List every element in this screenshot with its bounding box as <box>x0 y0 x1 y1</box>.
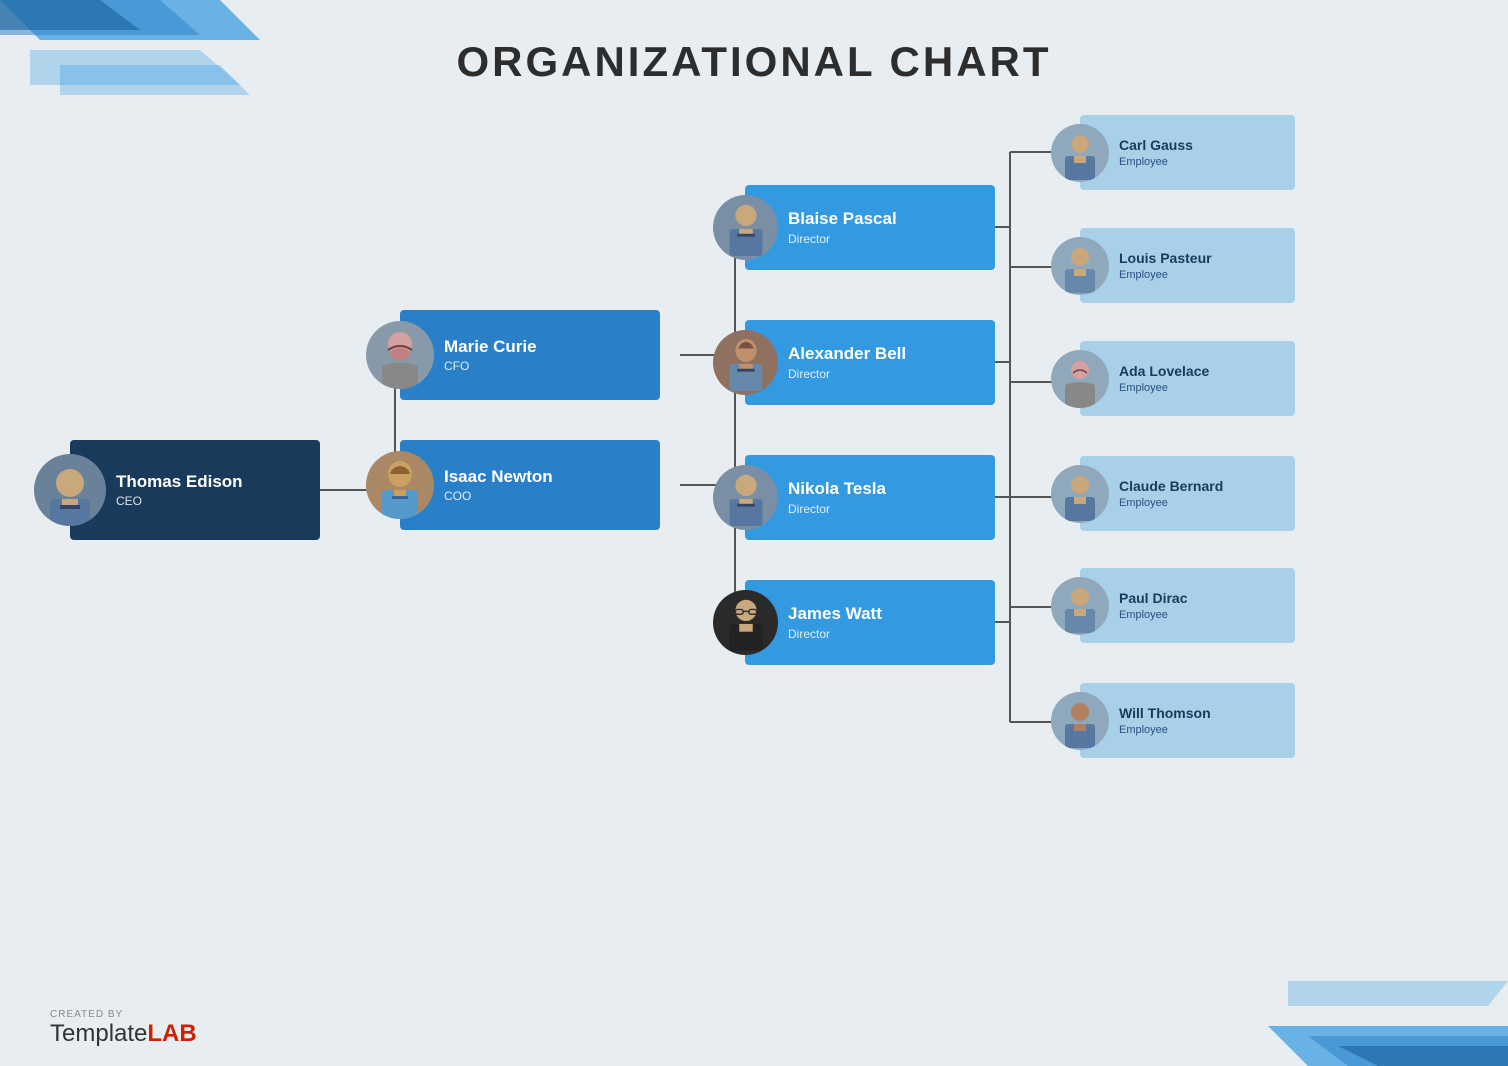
node-gauss[interactable]: Carl Gauss Employee <box>1080 115 1295 190</box>
avatar-cfo <box>366 321 434 389</box>
pasteur-text: Louis Pasteur Employee <box>1119 250 1212 281</box>
avatar-pascal <box>713 195 778 260</box>
node-coo[interactable]: Isaac Newton COO <box>400 440 660 530</box>
node-dirac[interactable]: Paul Dirac Employee <box>1080 568 1295 643</box>
lovelace-text: Ada Lovelace Employee <box>1119 363 1209 394</box>
avatar-pasteur <box>1051 237 1109 295</box>
node-pascal[interactable]: Blaise Pascal Director <box>745 185 995 270</box>
brand-bold: LAB <box>147 1020 196 1048</box>
node-lovelace[interactable]: Ada Lovelace Employee <box>1080 341 1295 416</box>
avatar-lovelace <box>1051 350 1109 408</box>
cfo-text: Marie Curie CFO <box>444 337 537 373</box>
avatar-gauss <box>1051 124 1109 182</box>
node-pasteur[interactable]: Louis Pasteur Employee <box>1080 228 1295 303</box>
page-title: ORGANIZATIONAL CHART <box>0 38 1508 86</box>
bernard-text: Claude Bernard Employee <box>1119 478 1223 509</box>
avatar-coo <box>366 451 434 519</box>
node-bernard[interactable]: Claude Bernard Employee <box>1080 456 1295 531</box>
brand-light: Template <box>50 1020 147 1048</box>
node-watt[interactable]: James Watt Director <box>745 580 995 665</box>
tesla-text: Nikola Tesla Director <box>788 479 886 515</box>
bell-text: Alexander Bell Director <box>788 344 906 380</box>
gauss-text: Carl Gauss Employee <box>1119 137 1193 168</box>
avatar-bernard <box>1051 465 1109 523</box>
avatar-bell <box>713 330 778 395</box>
avatar-dirac <box>1051 577 1109 635</box>
node-tesla[interactable]: Nikola Tesla Director <box>745 455 995 540</box>
node-cfo[interactable]: Marie Curie CFO <box>400 310 660 400</box>
node-ceo[interactable]: Thomas Edison CEO <box>70 440 320 540</box>
bg-decoration-bottomright <box>1228 906 1508 1066</box>
watermark: CREATED BY Template LAB <box>50 1009 197 1048</box>
dirac-text: Paul Dirac Employee <box>1119 590 1187 621</box>
pascal-text: Blaise Pascal Director <box>788 209 897 245</box>
avatar-ceo <box>34 454 106 526</box>
watt-text: James Watt Director <box>788 604 882 640</box>
avatar-watt <box>713 590 778 655</box>
node-thomson[interactable]: Will Thomson Employee <box>1080 683 1295 758</box>
node-bell[interactable]: Alexander Bell Director <box>745 320 995 405</box>
avatar-tesla <box>713 465 778 530</box>
thomson-text: Will Thomson Employee <box>1119 705 1211 736</box>
avatar-thomson <box>1051 692 1109 750</box>
coo-text: Isaac Newton COO <box>444 467 553 503</box>
ceo-text: Thomas Edison CEO <box>116 472 243 508</box>
